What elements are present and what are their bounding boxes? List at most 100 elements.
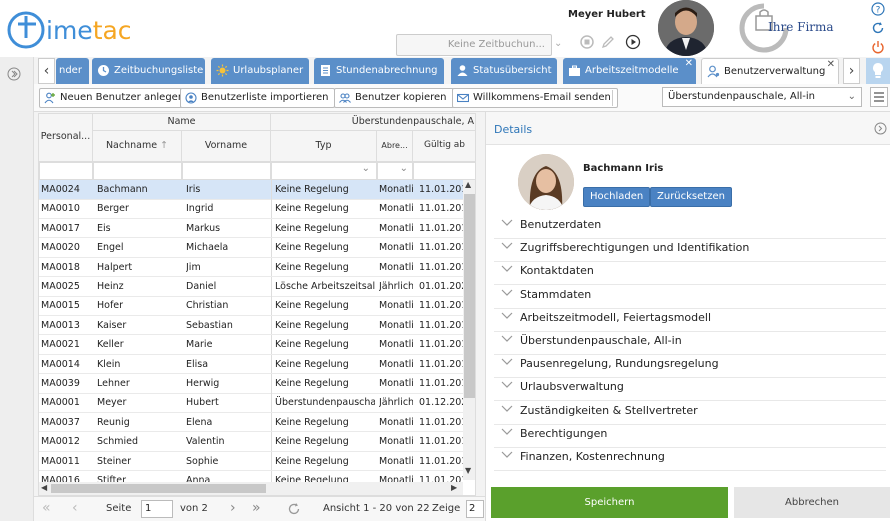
table-row[interactable]: MA0015 Hofer Christian Keine Regelung Monatl…: [39, 296, 463, 316]
next-page-icon[interactable]: ›: [230, 500, 236, 516]
help-icon[interactable]: ?: [871, 2, 885, 16]
filter-valid-from[interactable]: [413, 162, 475, 180]
column-header-valid-from[interactable]: Gültig ab: [413, 131, 475, 162]
table-row[interactable]: MA0020 Engel Michaela Keine Regelung Monatli…: [39, 238, 463, 258]
timetac-logo[interactable]: imetac: [6, 8, 156, 52]
overtime-section-select[interactable]: Überstundenpauschale, All-in ⌄: [662, 87, 862, 107]
table-row[interactable]: MA0014 Klein Elisa Keine Regelung Monatlich 1…: [39, 354, 463, 375]
expand-nav-icon[interactable]: [7, 67, 21, 81]
cell-lastname: Heinz: [97, 281, 124, 292]
cell-valid-from: 11.01.2019: [419, 203, 463, 215]
table-row[interactable]: MA0001 Meyer Hubert Überstundenpauschale a J…: [39, 393, 463, 413]
column-header-type[interactable]: Typ: [271, 131, 377, 162]
section-header[interactable]: Pausenregelung, Rundungsregelung: [494, 355, 886, 379]
cell-abrechnung: Monatlich: [379, 416, 413, 428]
section-header[interactable]: Benutzerdaten: [494, 216, 886, 239]
section-header[interactable]: Überstundenpauschale, All-in: [494, 332, 886, 355]
tab-benutzerverwaltung[interactable]: Benutzerverwaltung ✕: [701, 58, 839, 84]
table-row[interactable]: MA0024 Bachmann Iris Keine Regelung Monatlic…: [39, 180, 463, 200]
column-header-abrechnung[interactable]: Abre...: [377, 131, 413, 162]
page-size-input[interactable]: 2: [466, 500, 484, 518]
play-icon[interactable]: [625, 34, 641, 50]
last-page-icon[interactable]: »: [252, 500, 261, 516]
tab-statusuebersicht[interactable]: Statusübersicht: [451, 58, 557, 84]
welcome-email-button[interactable]: Willkommens-Email senden: [452, 88, 618, 108]
scroll-right-icon[interactable]: ▶: [451, 483, 457, 492]
cell-abrechnung: Monatlich: [379, 203, 413, 215]
tabs-scroll-right-button[interactable]: ›: [843, 58, 860, 84]
table-row[interactable]: MA0013 Kaiser Sebastian Keine Regelung Monat…: [39, 315, 463, 336]
table-row[interactable]: MA0025 Heinz Daniel Lösche Arbeitszeitsaldo…: [39, 277, 463, 297]
table-row[interactable]: MA0016 Stifter Anna Keine Regelung Monatlich…: [39, 471, 463, 482]
column-header-lastname[interactable]: Nachname ↑: [93, 131, 182, 162]
horizontal-scrollbar[interactable]: ◀ ▶: [39, 482, 463, 495]
chevron-down-icon[interactable]: ⌄: [554, 38, 562, 49]
scroll-down-icon[interactable]: ▼: [465, 466, 471, 475]
scroll-up-icon[interactable]: ▲: [465, 180, 471, 189]
filter-personal-number[interactable]: [39, 162, 93, 180]
cell-type: Keine Regelung: [275, 339, 349, 351]
first-page-icon[interactable]: «: [42, 500, 51, 516]
power-icon[interactable]: [871, 40, 885, 54]
new-user-button[interactable]: Neuen Benutzer anlegen: [39, 88, 192, 108]
close-tab-icon[interactable]: ✕: [827, 52, 835, 78]
filter-abrechnung[interactable]: ⌄: [377, 162, 413, 180]
upload-photo-button[interactable]: Hochladen: [583, 187, 651, 207]
section-header[interactable]: Zugriffsberechtigungen und Identifikatio…: [494, 239, 886, 263]
table-row[interactable]: MA0039 Lehner Herwig Keine Regelung Monatlic…: [39, 374, 463, 394]
column-header-firstname[interactable]: Vorname: [182, 131, 271, 162]
filter-lastname[interactable]: [93, 162, 182, 180]
cell-type: Keine Regelung: [275, 475, 349, 482]
cancel-button[interactable]: Abbrechen: [734, 487, 890, 518]
previous-page-icon[interactable]: ‹: [72, 500, 78, 516]
table-row[interactable]: MA0017 Eis Markus Keine Regelung Monatlich 11…: [39, 218, 463, 239]
filter-firstname[interactable]: [182, 162, 271, 180]
booking-select[interactable]: Keine Zeitbuchun...: [396, 34, 552, 56]
copy-user-button[interactable]: Benutzer kopieren: [334, 88, 454, 108]
reload-icon[interactable]: [287, 502, 301, 516]
user-avatar[interactable]: [658, 0, 714, 56]
tips-button[interactable]: [866, 58, 890, 84]
reset-photo-button[interactable]: Zurücksetzen: [650, 187, 732, 207]
tab-arbeitszeitmodelle[interactable]: Arbeitszeitmodelle ✕: [563, 58, 696, 84]
section-header[interactable]: Stammdaten: [494, 286, 886, 309]
cell-type: Keine Regelung: [275, 184, 349, 195]
column-separator: [271, 238, 272, 257]
column-separator: [271, 315, 272, 335]
edit-icon[interactable]: [600, 34, 616, 50]
scrollbar-thumb[interactable]: [464, 194, 475, 398]
scrollbar-thumb[interactable]: [51, 484, 266, 493]
import-user-list-button[interactable]: Benutzerliste importieren: [180, 88, 336, 108]
section-header[interactable]: Arbeitszeitmodell, Feiertagsmodell: [494, 309, 886, 332]
column-separator: [271, 354, 272, 374]
vertical-scrollbar[interactable]: ▲ ▼: [463, 180, 475, 480]
page-number-input[interactable]: 1: [141, 500, 173, 518]
table-row[interactable]: MA0010 Berger Ingrid Keine Regelung Monatlic…: [39, 199, 463, 219]
scroll-left-icon[interactable]: ◀: [41, 483, 47, 492]
refresh-icon[interactable]: [871, 21, 885, 35]
table-row[interactable]: MA0018 Halpert Jim Keine Regelung Monatlich 1…: [39, 257, 463, 278]
section-header[interactable]: Zuständigkeiten & Stellvertreter: [494, 402, 886, 425]
tab-stundenabrechnung[interactable]: Stundenabrechnung: [314, 58, 444, 84]
save-button[interactable]: Speichern: [491, 487, 728, 518]
table-row[interactable]: MA0021 Keller Marie Keine Regelung Monatlich…: [39, 335, 463, 355]
section-header[interactable]: Finanzen, Kostenrechnung: [494, 448, 886, 471]
column-separator: [271, 199, 272, 218]
collapse-panel-icon[interactable]: [874, 122, 887, 135]
menu-button[interactable]: [870, 87, 888, 107]
column-header-personal-number[interactable]: Personal...: [39, 114, 93, 162]
tab-zeitbuchungsliste[interactable]: Zeitbuchungsliste: [92, 58, 205, 84]
stop-icon[interactable]: [579, 34, 595, 50]
table-row[interactable]: MA0011 Steiner Sophie Keine Regelung Monatli…: [39, 451, 463, 472]
table-row[interactable]: MA0012 Schmied Valentin Keine Regelung Monat…: [39, 432, 463, 452]
section-header[interactable]: Urlaubsverwaltung: [494, 378, 886, 402]
filter-type[interactable]: ⌄: [271, 162, 377, 180]
tab-kalender[interactable]: nder: [56, 58, 89, 84]
close-tab-icon[interactable]: ✕: [685, 51, 693, 77]
cell-personal-number: MA0024: [41, 184, 80, 195]
welcome-email-label: Willkommens-Email senden: [473, 92, 611, 103]
tab-urlaubsplaner[interactable]: Urlaubsplaner: [211, 58, 309, 84]
table-row[interactable]: MA0037 Reunig Elena Keine Regelung Monatlich…: [39, 412, 463, 433]
section-header[interactable]: Kontaktdaten: [494, 262, 886, 286]
section-header[interactable]: Berechtigungen: [494, 425, 886, 448]
